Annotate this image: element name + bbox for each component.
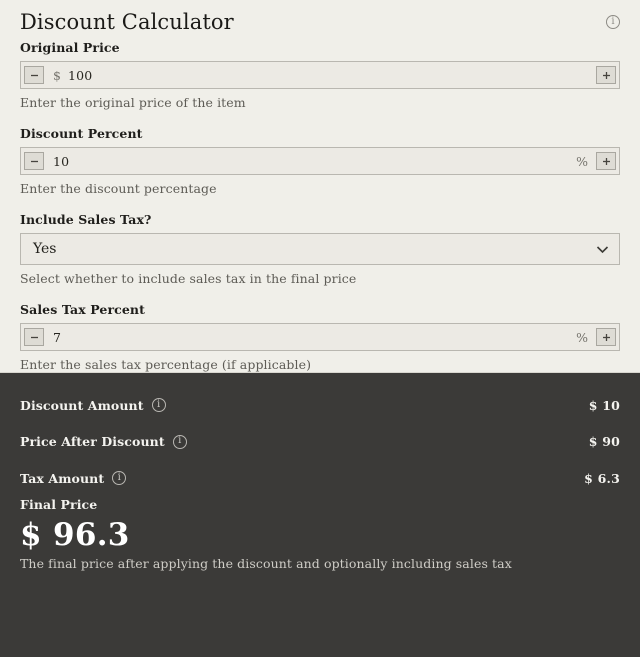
form-area: Discount Calculator i Original Price $ 1… <box>0 0 640 372</box>
result-row-tax-amount: Tax Amount i $ 6.3 <box>20 460 620 497</box>
field-label-discount-percent: Discount Percent <box>20 126 143 141</box>
price-after-discount-info-icon[interactable]: i <box>172 434 187 449</box>
include-sales-tax-value: Yes <box>33 241 57 257</box>
amount: 90 <box>602 434 620 450</box>
result-value-price-after-discount: $ 90 <box>589 434 620 449</box>
field-help-original-price: Enter the original price of the item <box>20 95 246 110</box>
header: Discount Calculator i <box>20 0 620 40</box>
plus-icon <box>602 333 610 341</box>
discount-percent-stepper[interactable]: 10 % <box>20 147 620 175</box>
field-label-original-price: Original Price <box>20 40 120 55</box>
page-title: Discount Calculator <box>20 10 234 34</box>
result-row-discount-amount: Discount Amount i $ 10 <box>20 387 620 424</box>
original-price-value-wrap[interactable]: $ 100 <box>44 62 596 88</box>
final-price-value: $ 96.3 <box>20 516 130 553</box>
currency-symbol: $ <box>588 434 598 450</box>
percent-suffix: % <box>576 329 588 345</box>
currency-prefix: $ <box>53 67 61 83</box>
minus-icon <box>30 74 38 76</box>
minus-icon <box>30 160 38 162</box>
field-sales-tax-percent: Sales Tax Percent 7 % Enter the sales ta… <box>20 302 620 372</box>
field-include-sales-tax: Include Sales Tax? Yes Select whether to… <box>20 212 620 286</box>
final-price-block: Final Price $ 96.3 The final price after… <box>20 497 620 571</box>
field-help-discount-percent: Enter the discount percentage <box>20 181 217 196</box>
tax-amount-info-icon[interactable]: i <box>112 471 127 486</box>
sales-tax-percent-value-wrap[interactable]: 7 <box>44 324 576 350</box>
amount: 10 <box>602 397 620 413</box>
plus-icon <box>602 71 610 79</box>
final-price-help: The final price after applying the disco… <box>20 555 512 571</box>
original-price-increment-button[interactable] <box>596 66 616 84</box>
result-value-discount-amount: $ 10 <box>589 398 620 413</box>
original-price-stepper[interactable]: $ 100 <box>20 61 620 89</box>
result-label-tax-amount: Tax Amount <box>20 470 105 486</box>
field-help-include-sales-tax: Select whether to include sales tax in t… <box>20 271 357 286</box>
result-left: Tax Amount i <box>20 470 127 486</box>
field-help-sales-tax-percent: Enter the sales tax percentage (if appli… <box>20 357 312 372</box>
discount-percent-decrement-button[interactable] <box>24 152 44 170</box>
final-price-label: Final Price <box>20 496 98 512</box>
discount-amount-info-icon[interactable]: i <box>151 398 166 413</box>
currency-symbol: $ <box>588 397 598 413</box>
percent-suffix: % <box>576 153 588 169</box>
original-price-input[interactable]: 100 <box>68 68 92 83</box>
original-price-decrement-button[interactable] <box>24 66 44 84</box>
minus-icon <box>30 336 38 338</box>
discount-percent-input[interactable]: 10 <box>53 154 69 169</box>
discount-percent-increment-button[interactable] <box>596 152 616 170</box>
discount-percent-value-wrap[interactable]: 10 <box>44 148 576 174</box>
field-label-sales-tax-percent: Sales Tax Percent <box>20 302 145 317</box>
field-discount-percent: Discount Percent 10 % Enter the discount… <box>20 126 620 196</box>
sales-tax-percent-input[interactable]: 7 <box>53 330 61 345</box>
result-label-discount-amount: Discount Amount <box>20 397 144 413</box>
result-value-tax-amount: $ 6.3 <box>584 471 620 486</box>
currency-symbol: $ <box>584 470 594 486</box>
result-left: Discount Amount i <box>20 398 166 413</box>
header-info-icon[interactable]: i <box>606 15 620 29</box>
plus-icon <box>602 157 610 165</box>
include-sales-tax-select[interactable]: Yes <box>20 233 620 265</box>
chevron-down-icon <box>596 245 609 254</box>
field-original-price: Original Price $ 100 Enter the original … <box>20 40 620 110</box>
sales-tax-percent-increment-button[interactable] <box>596 328 616 346</box>
sales-tax-percent-decrement-button[interactable] <box>24 328 44 346</box>
result-left: Price After Discount i <box>20 434 187 449</box>
discount-calculator-app: Discount Calculator i Original Price $ 1… <box>0 0 640 657</box>
result-label-price-after-discount: Price After Discount <box>20 434 165 450</box>
results-panel: Discount Amount i $ 10 Price After Disco… <box>0 372 640 657</box>
amount: 6.3 <box>597 470 620 486</box>
field-label-include-sales-tax: Include Sales Tax? <box>20 212 152 227</box>
result-row-price-after-discount: Price After Discount i $ 90 <box>20 424 620 461</box>
sales-tax-percent-stepper[interactable]: 7 % <box>20 323 620 351</box>
